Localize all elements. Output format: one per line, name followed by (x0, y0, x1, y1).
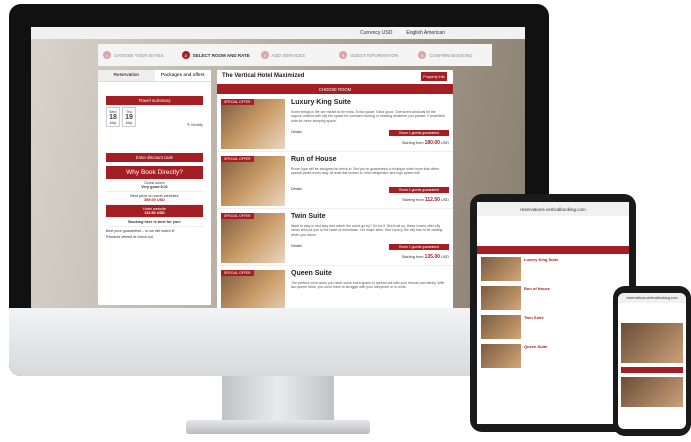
room-card[interactable]: SPECIAL OFFER Luxury King Suite Some thi… (217, 96, 453, 152)
details-link[interactable]: Details (291, 187, 302, 191)
monitor-chin (9, 308, 549, 376)
offer-badge: SPECIAL OFFER (221, 156, 254, 162)
step-room[interactable]: 2 SELECT ROOM AND RATE (177, 51, 256, 59)
device-mockup-scene: Currency USD English American 1 CHOOSE YO… (0, 0, 691, 442)
room-price: Starting from 135.00 USD (401, 254, 449, 260)
why-book-title: Why Book Directly? (106, 166, 203, 179)
step-dates[interactable]: 1 CHOOSE YOUR DATES (98, 51, 177, 59)
desktop-screen: Currency USD English American 1 CHOOSE YO… (31, 27, 525, 309)
left-panel: Reservation Packages and offers Travel s… (98, 70, 211, 305)
booking-steps: 1 CHOOSE YOUR DATES 2 SELECT ROOM AND RATE… (98, 44, 492, 66)
details-link[interactable]: Details (291, 244, 302, 248)
tab-reservation[interactable]: Reservation (98, 70, 155, 82)
choose-room-header: CHOOSE ROOM (217, 84, 453, 94)
travel-summary-header: Travel summary (106, 96, 203, 105)
monitor-base (186, 420, 370, 434)
tablet-room[interactable]: Run of House (481, 286, 625, 312)
room-photo (221, 156, 285, 206)
top-bar: Currency USD English American (31, 27, 525, 39)
room-price: Starting from 180.00 USD (401, 140, 449, 146)
room-list-panel: The Vertical Hotel Maximized Property in… (217, 70, 453, 309)
property-info-button[interactable]: Property info (421, 72, 447, 81)
checkin-date[interactable]: Wed 18 May (106, 107, 120, 127)
rate-button[interactable]: Room 1 guests guaranteed (389, 130, 449, 136)
step-confirm[interactable]: 5 CONFIRM BOOKING (413, 51, 492, 59)
phone-red-bar (621, 367, 683, 373)
discount-code-button[interactable]: Enter discount code (106, 153, 203, 162)
room-photo (481, 344, 521, 368)
room-photo (221, 213, 285, 263)
room-photo (621, 323, 683, 363)
details-link[interactable]: Details (291, 130, 302, 134)
room-card[interactable]: SPECIAL OFFER Run of House Room type wil… (217, 153, 453, 209)
room-photo (481, 286, 521, 310)
hotel-price-row: Hotel website 112.50 USD (106, 205, 203, 218)
tablet-room[interactable]: Queen Suite (481, 344, 625, 370)
room-photo (221, 99, 285, 149)
booking-best: Booking here is best for you! (106, 218, 203, 227)
date-range: Wed 18 May Thu 19 May ✎ Modify (106, 107, 203, 127)
offer-badge: SPECIAL OFFER (221, 213, 254, 219)
room-price: Starting from 112.50 USD (402, 197, 449, 203)
room-card[interactable]: SPECIAL OFFER Queen Suite The perfect ro… (217, 267, 453, 309)
phone-url-bar[interactable]: reservations.verticalbooking.com (618, 293, 686, 303)
tablet-room[interactable]: Twin Suite (481, 315, 625, 341)
offer-badge: SPECIAL OFFER (221, 270, 254, 276)
room-photo (481, 257, 521, 281)
step-guest[interactable]: 4 GUEST INFORMATION (334, 51, 413, 59)
room-name: Twin Suite (291, 213, 326, 220)
price-note: Best price guaranteed – or we will match… (106, 229, 175, 233)
room-description: Some things in life are meant to be extr… (291, 110, 445, 123)
offer-badge: SPECIAL OFFER (221, 99, 254, 105)
room-description: Room type will be assigned at check-in. … (291, 167, 440, 176)
rate-button[interactable]: Room 1 guests guaranteed (389, 187, 449, 193)
room-photo (481, 315, 521, 339)
language-selector[interactable]: English American (406, 30, 445, 36)
room-photo (621, 377, 683, 407)
tab-packages[interactable]: Packages and offers (154, 70, 211, 82)
step-services[interactable]: 3 ADD SERVICES (256, 51, 335, 59)
tablet-room[interactable]: Luxury King Suite (481, 257, 625, 283)
best-price-row: Best price on travel websites 359.00 USD (106, 192, 203, 205)
tablet-url-bar[interactable]: reservations.verticalbooking.com (477, 202, 629, 216)
guest-score: Guest score Very good 8.01 (106, 179, 203, 192)
tablet-screen: reservations.verticalbooking.com Luxury … (477, 202, 629, 424)
hotel-name: The Vertical Hotel Maximized (222, 73, 305, 79)
checkout-date[interactable]: Thu 19 May (122, 107, 136, 127)
room-description: The perfect room when you need some extr… (291, 281, 445, 290)
room-name: Run of House (291, 156, 337, 163)
monitor-stand (222, 376, 334, 424)
left-tabs: Reservation Packages and offers (98, 70, 211, 82)
room-description: Want to stay in and stay and watch the w… (291, 224, 443, 237)
rewards-note: Rewards offered at check-out (106, 235, 153, 239)
phone-screen: reservations.verticalbooking.com (618, 293, 686, 429)
currency-selector[interactable]: Currency USD (360, 30, 392, 36)
room-name: Luxury King Suite (291, 99, 351, 106)
tablet-choose-bar (477, 246, 629, 254)
modify-link[interactable]: ✎ Modify (187, 122, 203, 127)
rate-button[interactable]: Room 1 guests guaranteed (389, 244, 449, 250)
room-name: Queen Suite (291, 270, 332, 277)
room-card[interactable]: SPECIAL OFFER Twin Suite Want to stay in… (217, 210, 453, 266)
